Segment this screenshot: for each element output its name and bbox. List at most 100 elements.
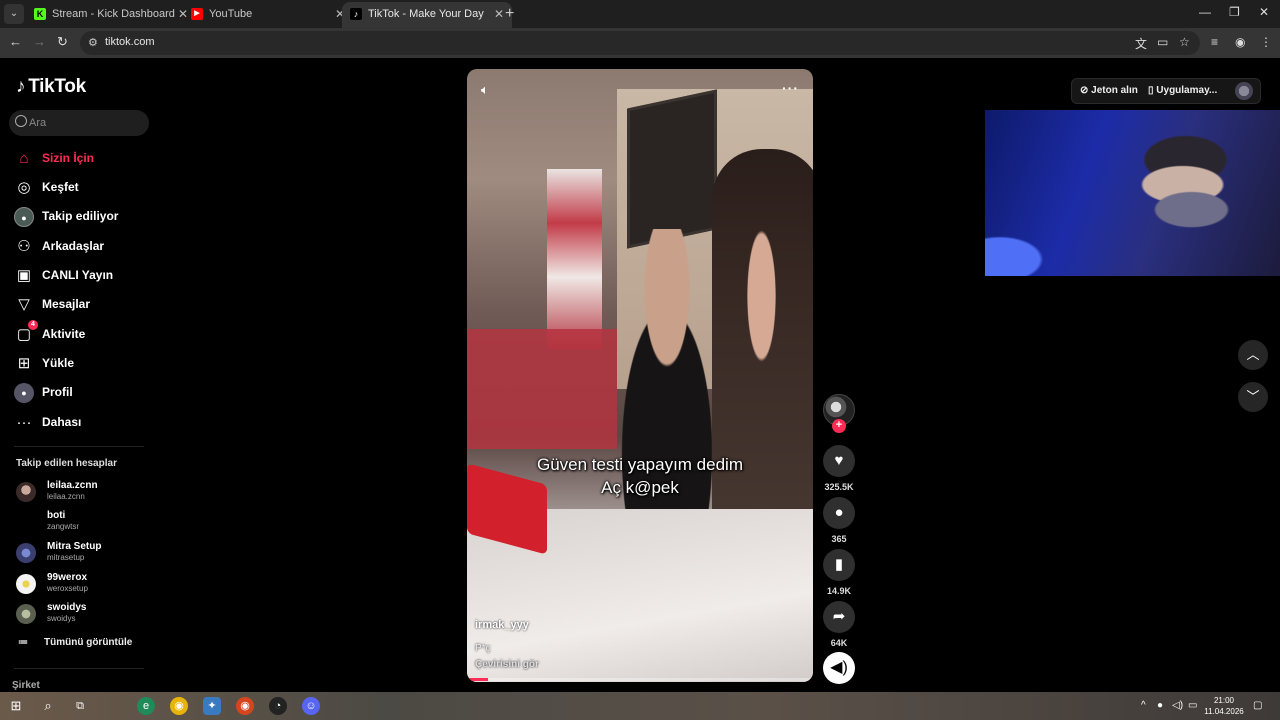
search-input[interactable] [29,114,139,132]
notification-icon[interactable]: ▢ [1253,700,1262,711]
minimize-icon[interactable]: — [1199,5,1211,19]
video-player[interactable]: 🔈︎ ··· Güven testi yapayım dedim Aç k@pe… [467,69,813,682]
get-app-button[interactable]: ▯ Uygulamay... [1148,85,1217,96]
windows-start-icon[interactable]: ⊞ [7,697,25,715]
new-tab-button[interactable]: + [505,5,514,23]
tray-chevron-icon[interactable]: ^ [1141,700,1146,711]
translate-link[interactable]: Çevirisini gör [475,659,539,670]
speaker-icon: ◀) [830,659,848,676]
company-link[interactable]: Şirket [12,680,40,691]
account-icon[interactable]: ◉ [1235,35,1245,49]
obs-icon[interactable]: ◔ [269,697,287,715]
like-count: 325.5K [824,482,854,492]
search-icon [15,115,27,127]
discord-icon[interactable]: ☺ [302,697,320,715]
divider [14,668,144,669]
notification-badge: 4 [28,320,38,330]
chevron-down-icon: ﹀ [1246,389,1260,404]
address-bar[interactable]: ⚙ tiktok.com [80,31,1200,55]
previous-video-button[interactable]: ︿ [1238,340,1268,370]
youtube-icon: ▶ [191,8,203,20]
nav-explore[interactable]: ◎ Keşfet [14,176,154,200]
tiktok-logo[interactable]: ♪ TikTok [16,76,86,98]
chrome-icon[interactable]: ◉ [170,697,188,715]
edge-icon[interactable]: e [137,697,155,715]
translate-icon[interactable]: 文 [1135,35,1147,52]
profile-avatar[interactable] [1235,82,1253,100]
video-author[interactable]: irmak_yyy [475,619,529,631]
window-close-icon[interactable]: ✕ [1259,5,1269,19]
tab-search-button[interactable]: ⌄ [4,4,24,24]
avatar [16,604,36,624]
back-icon[interactable]: ← [9,34,22,49]
avatar [16,482,36,502]
upload-icon: ⊞ [17,355,31,372]
nav-for-you[interactable]: ⌂ Sizin İçin [14,147,154,171]
nav-messages[interactable]: ▽ Mesajlar [14,293,154,317]
windows-taskbar: ⊞ ⌕ ⧉ e ◉ ✦ ◉ ◔ ☺ ^ ● ◁) ▭ 21:00 11.04.2… [0,692,1280,720]
close-icon[interactable]: ✕ [494,2,504,26]
url-text[interactable]: tiktok.com [105,36,155,48]
tab-tiktok[interactable]: ♪ TikTok - Make Your Day ✕ [342,2,512,28]
header-actions: ⊘ Jeton alın ▯ Uygulamay... [1071,78,1261,104]
nav-friends[interactable]: ⚇ Arkadaşlar [14,235,154,259]
app-icon[interactable]: ✦ [203,697,221,715]
more-icon: ··· [16,414,32,431]
home-icon: ⌂ [19,150,29,167]
share-icon: ➦ [832,608,846,625]
sound-button[interactable]: ◀) [823,652,855,684]
video-progress-fill [467,678,488,681]
tab-title: YouTube [209,8,253,20]
reload-icon[interactable]: ↻ [57,34,68,50]
video-more-icon[interactable]: ··· [782,80,799,96]
account-item[interactable]: swoidys swoidys [16,602,156,630]
menu-icon[interactable]: ⋮ [1260,35,1272,49]
account-item[interactable]: boti zangwtsr [16,510,156,538]
next-video-button[interactable]: ﹀ [1238,382,1268,412]
divider [14,446,144,447]
nav-following[interactable]: ● Takip ediliyor [14,205,154,229]
like-button[interactable]: ♥ [823,445,855,477]
account-item[interactable]: Mitra Setup mitrasetup [16,541,156,569]
share-button[interactable]: ➦ [823,601,855,633]
system-clock[interactable]: 21:00 11.04.2026 [1203,695,1245,717]
cast-icon[interactable]: ▭ [1157,35,1168,49]
account-item[interactable]: leilaa.zcnn leilaa.zcnn [16,480,156,508]
video-caption-line-2: Aç k@pek [601,478,679,497]
tab-youtube[interactable]: ▶ YouTube ✕ [183,2,353,28]
volume-tray-icon[interactable]: ◁) [1172,700,1183,711]
tab-title: TikTok - Make Your Day [368,8,484,20]
save-count: 14.9K [826,586,852,596]
search-icon[interactable]: ⌕ [39,697,57,715]
browser-toolbar: ← → ↻ ⚙ tiktok.com 文 ▭ ☆ ≡ ◉ ⋮ [0,28,1280,58]
kick-icon: K [34,8,46,20]
bookmark-star-icon[interactable]: ☆ [1179,35,1190,49]
nav-upload[interactable]: ⊞ Yükle [14,352,154,376]
chrome-icon[interactable]: ◉ [236,697,254,715]
following-avatar-icon: ● [14,207,34,227]
get-coins-button[interactable]: ⊘ Jeton alın [1080,85,1138,96]
tab-title: Stream - Kick Dashboard [52,8,175,20]
search-box[interactable] [9,110,149,136]
reading-list-icon[interactable]: ≡ [1211,35,1218,49]
forward-icon[interactable]: → [33,34,46,49]
account-item[interactable]: 99werox weroxsetup [16,572,156,600]
restore-icon[interactable]: ❐ [1229,5,1240,19]
comment-button[interactable]: ● [823,497,855,529]
tab-kick[interactable]: K Stream - Kick Dashboard ✕ [26,2,196,28]
task-view-icon[interactable]: ⧉ [71,697,89,715]
network-icon[interactable]: ▭ [1188,700,1197,711]
video-progress-bar[interactable] [467,678,813,681]
nav-profile[interactable]: ● Profil [14,381,154,405]
nav-activity[interactable]: ▢ 4 Aktivite [14,320,154,347]
site-info-icon[interactable]: ⚙ [88,36,98,49]
see-all-button[interactable]: ≔ Tümünü görüntüle [18,637,132,648]
volume-icon[interactable]: 🔈︎ [481,82,489,98]
bookmark-icon: ▮ [834,556,844,573]
nav-more[interactable]: ··· Dahası [14,411,154,435]
nav-live[interactable]: ▣ CANLI Yayın [14,264,154,288]
save-button[interactable]: ▮ [823,549,855,581]
microphone-icon[interactable]: ● [1157,700,1163,711]
follow-plus-icon[interactable]: + [832,419,846,433]
chevron-up-icon: ︿ [1246,347,1260,362]
